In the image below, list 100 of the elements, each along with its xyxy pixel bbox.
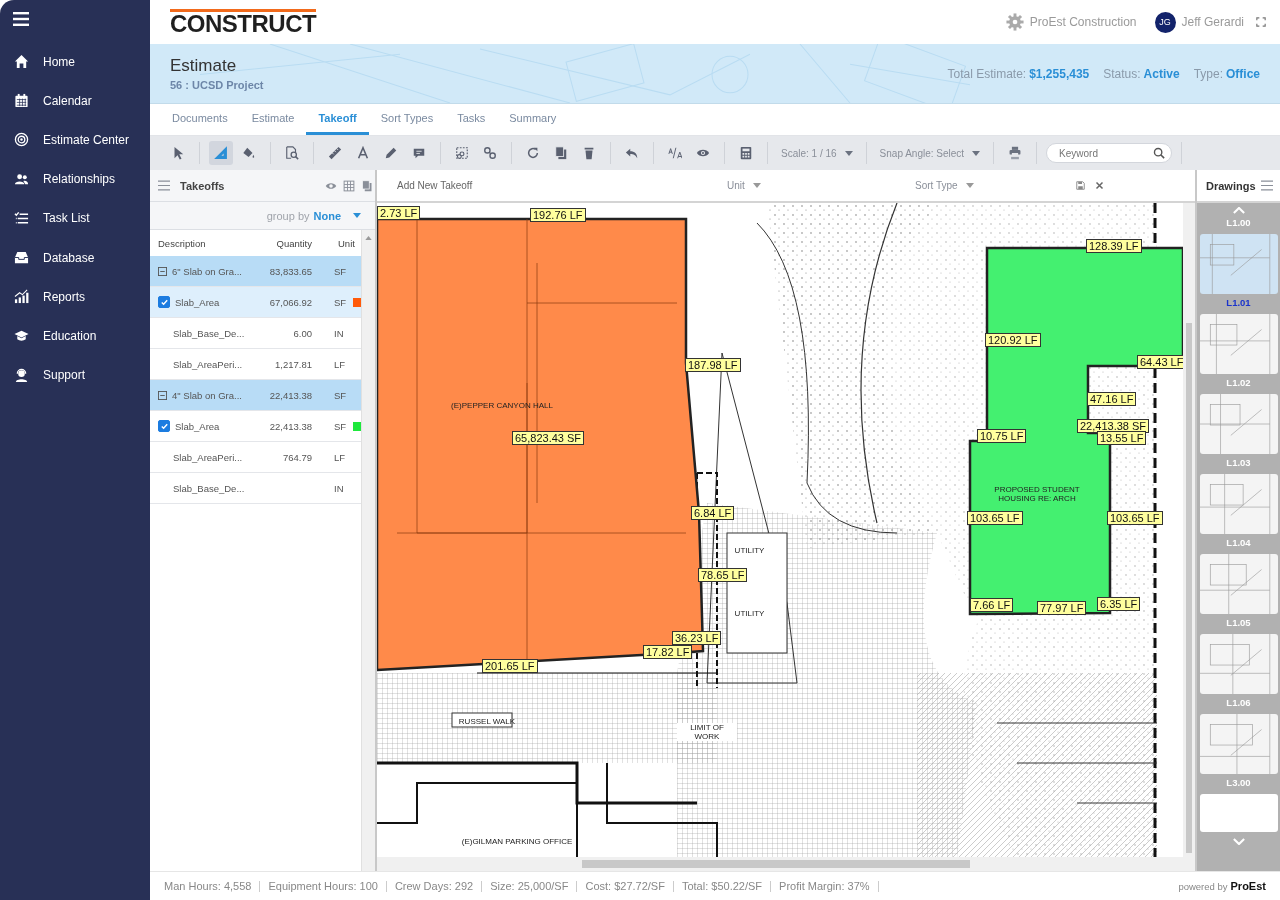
measurement-label[interactable]: 78.65 LF [698,568,748,582]
measurement-label[interactable]: 201.65 LF [482,659,538,673]
drawing-thumbnail[interactable] [1199,234,1278,294]
keyword-search-field[interactable]: Keyword [1057,146,1154,160]
scrollbar[interactable] [1183,203,1195,857]
unit-cell: IN [334,327,344,339]
quantity-cell: 22,413.38 [269,389,312,401]
quantity-cell: 83,833.65 [269,265,312,277]
checkbox[interactable] [158,420,170,432]
user-avatar[interactable]: JG [1154,11,1176,33]
quantity-cell: 764.79 [282,451,312,463]
drawing-thumbnail[interactable] [1199,394,1278,454]
plan-annotation: (E)PEPPER CANYON HALL [450,401,554,410]
headset-person-icon [14,367,29,383]
plan-annotation: LIMIT OF WORK [677,723,737,741]
status-stat: Crew Days: 292 [386,880,483,892]
measurement-label[interactable]: 6.84 LF [691,506,735,520]
sidebar-item[interactable]: Relationships [0,159,150,199]
measurement-label[interactable]: 65,823.43 SF [512,431,585,445]
description-cell: 4" Slab on Gra... [172,389,242,401]
measurement-label[interactable]: 10.75 LF [977,429,1027,443]
measurement-label[interactable]: 103.65 LF [967,511,1023,525]
settings-icon[interactable] [1005,13,1024,31]
scrollbar[interactable] [377,857,1195,871]
bar-chart-icon [14,289,29,305]
unit-cell: LF [334,451,346,463]
unit-cell: SF [334,420,347,432]
project-name: 56 : UCSD Project [170,79,264,91]
drawing-thumbnail[interactable] [1199,554,1278,614]
checkbox[interactable] [158,296,170,308]
fullscreen-icon[interactable] [1256,17,1266,27]
unit-cell: SF [334,389,347,401]
plan-annotation: (E)GILMAN PARKING OFFICE [460,837,574,846]
stat-value: $1,255,435 [1029,66,1090,81]
drawing-thumbnail[interactable] [1199,634,1278,694]
quantity-cell: 67,066.92 [269,296,312,308]
measurement-label[interactable]: 120.92 LF [985,333,1041,347]
sidebar-item[interactable]: Database [0,237,150,278]
measurement-label[interactable]: 103.65 LF [1107,511,1163,525]
description-cell: Slab_Base_De... [173,327,245,339]
triangle-ruler-icon[interactable] [209,141,233,165]
takeoff-row[interactable]: Slab_Area 22,413.38 SF [150,411,361,442]
scrollbar[interactable] [361,230,375,871]
logo[interactable]: CONSTRUCT [170,9,317,35]
takeoff-row[interactable]: Slab_Area 67,066.92 SF [150,287,361,318]
search-icon[interactable] [1153,147,1166,159]
tab[interactable]: Estimate [239,104,307,135]
sidebar-item[interactable]: Home [0,42,150,82]
save-icon[interactable] [1076,181,1085,190]
grid-icon[interactable] [343,179,355,192]
sidebar-item[interactable]: Task List [0,198,150,238]
tab[interactable]: Tasks [445,104,498,135]
measurement-label[interactable]: 7.66 LF [970,598,1014,612]
measurement-label[interactable]: 187.98 LF [685,358,741,372]
tab[interactable]: Documents [160,104,240,135]
unit-cell: LF [334,358,346,370]
sidebar-item[interactable]: Reports [0,277,150,317]
menu-icon[interactable] [13,12,29,26]
measurement-label[interactable]: 47.16 LF [1087,392,1137,406]
tab[interactable]: Summary [497,104,569,135]
chevron-up-icon[interactable] [1232,207,1245,214]
takeoff-row[interactable]: 4" Slab on Gra... 22,413.38 SF [150,380,361,411]
measurement-label[interactable]: 17.82 LF [643,645,693,659]
tray-icon [14,250,29,266]
sidebar-item[interactable]: Support [0,355,150,395]
collapse-icon[interactable] [158,390,167,400]
page-title: Estimate [170,56,238,76]
chevron-down-icon[interactable] [1232,838,1245,845]
measurement-label[interactable]: 64.43 LF [1137,355,1183,369]
graduation-cap-icon [14,328,29,344]
caret-icon [972,150,981,156]
unit-cell: SF [334,265,347,277]
calendar-icon [14,93,29,109]
measurement-label[interactable]: 36.23 LF [672,631,722,645]
scroll-up-arrow-icon[interactable] [365,236,372,240]
collapse-icon[interactable] [158,266,167,276]
close-icon[interactable] [1095,181,1104,190]
sheet-label[interactable]: L1.01 [1226,294,1251,311]
measurement-label[interactable]: 13.55 LF [1097,431,1147,445]
sidebar-item[interactable]: Calendar [0,81,150,121]
task-list-icon [14,210,29,226]
measurement-label[interactable]: 6.35 LF [1097,597,1141,611]
measurement-label[interactable]: 128.39 LF [1086,239,1142,253]
drawing-thumbnail[interactable] [1199,314,1278,374]
caret-icon [353,213,361,218]
measurement-label[interactable]: 192.76 LF [530,208,586,222]
drawing-thumbnail[interactable] [1199,714,1278,774]
keyword-search-box[interactable]: Keyword [1046,143,1173,163]
description-cell: Slab_Area [175,296,220,308]
measurement-label[interactable]: 22,413.38 SF [1077,419,1150,433]
sidebar-item[interactable]: Education [0,316,150,356]
drawing-thumbnail[interactable] [1199,794,1278,832]
measurement-label[interactable]: 2.73 LF [377,206,421,220]
sidebar-item[interactable]: Estimate Center [0,120,150,160]
drawing-thumbnail[interactable] [1199,474,1278,534]
measurement-label[interactable]: 77.97 LF [1037,601,1087,615]
tab[interactable]: Sort Types [368,104,446,135]
add-new-takeoff-link[interactable]: Add New Takeoff [397,180,727,191]
takeoff-row[interactable]: 6" Slab on Gra... 83,833.65 SF [150,256,361,287]
copy-icon[interactable] [361,179,373,192]
